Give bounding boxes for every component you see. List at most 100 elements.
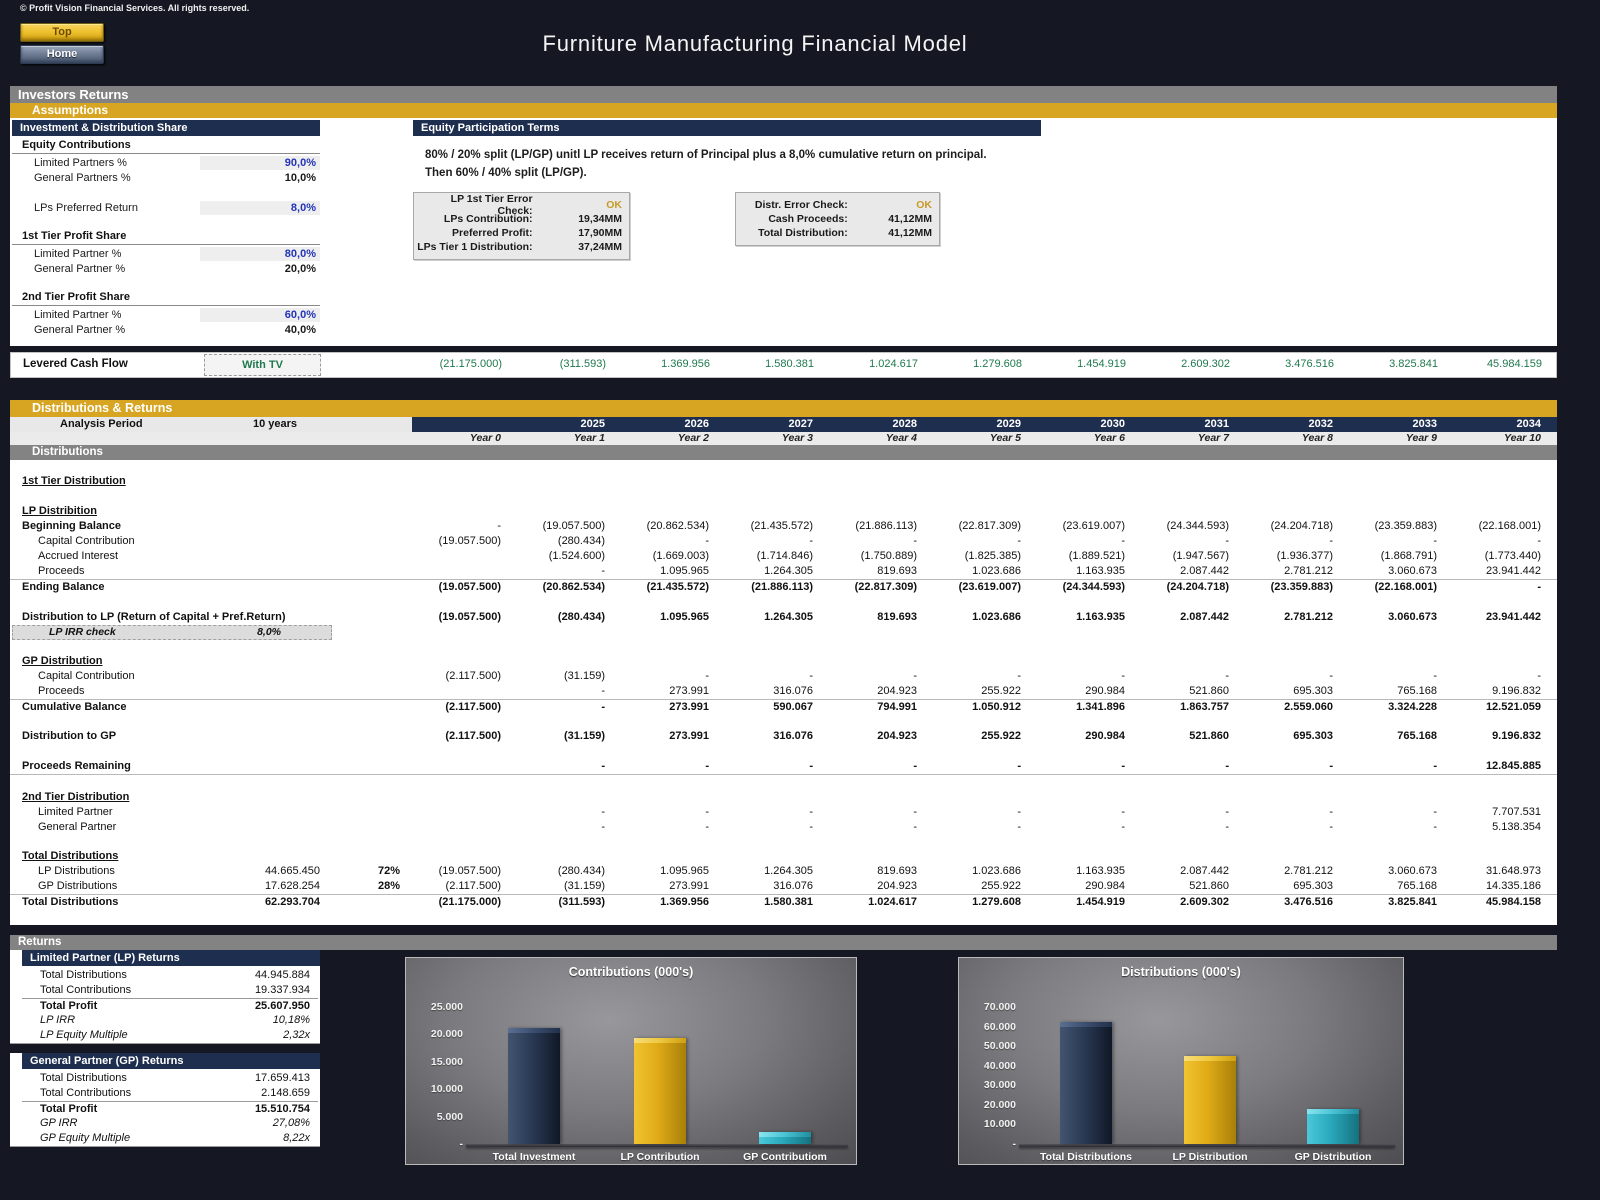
cell-value: 1.095.965 <box>613 864 717 879</box>
returns-row-value: 17.659.413 <box>255 1071 310 1086</box>
returns-row-value: 27,08% <box>273 1116 310 1131</box>
table-row: Total Distributions <box>10 849 1557 864</box>
cell-value: - <box>1133 759 1237 774</box>
cell-value: (1.936.377) <box>1237 549 1341 564</box>
cell-value <box>405 564 509 579</box>
page-title: Furniture Manufacturing Financial Model <box>0 31 1510 57</box>
bar-label: Total Investment <box>464 1151 604 1163</box>
cell-value: (19.057.500) <box>405 580 509 595</box>
returns-row-label: GP Equity Multiple <box>40 1131 130 1146</box>
cell-value: 1.023.686 <box>925 564 1029 579</box>
cell-value: (1.947.567) <box>1133 549 1237 564</box>
cell-value: 1.024.617 <box>821 895 925 910</box>
cell-value: 2.087.442 <box>1133 610 1237 625</box>
cell-value: - <box>1133 534 1237 549</box>
row-percent: 72% <box>320 864 400 879</box>
assumption-input-cell[interactable]: 90,0% <box>200 156 320 170</box>
cell-value: 1.050.912 <box>925 700 1029 715</box>
year-header-cell: 2027 <box>717 417 821 432</box>
cell-value: 3.825.841 <box>1341 895 1445 910</box>
cell-value: 45.984.158 <box>1445 895 1549 910</box>
section-band-distributions-returns: Distributions & Returns <box>10 400 1557 417</box>
tv-toggle-cell[interactable]: With TV <box>204 354 321 376</box>
row-label: Ending Balance <box>22 580 105 595</box>
cell-value: 819.693 <box>821 564 925 579</box>
assumption-input-cell[interactable]: 8,0% <box>200 201 320 215</box>
cell-value: (21.435.572) <box>613 580 717 595</box>
year-header-cell: 2030 <box>1029 417 1133 432</box>
table-row: LP Distributions44.665.45072%(19.057.500… <box>10 864 1557 879</box>
y-tick-label: 5.000 <box>411 1111 463 1123</box>
row-values: ---------7.707.531 <box>405 805 1549 820</box>
cell-value: (21.435.572) <box>717 519 821 534</box>
table-row: Capital Contribution (2.117.500)(31.159)-… <box>10 669 1557 684</box>
cell-value: - <box>1133 669 1237 684</box>
returns-row-value: 2,32x <box>283 1028 310 1043</box>
cell-value: (2.117.500) <box>405 669 509 684</box>
year-label-cell: Year 0 <box>405 432 509 445</box>
table-row: GP Distributions17.628.25428%(2.117.500)… <box>10 879 1557 895</box>
levered-cash-flow-values: (21.175.000)(311.593)1.369.9561.580.3811… <box>406 353 1550 375</box>
year-label-cell: Year 6 <box>1029 432 1133 445</box>
row-label: Proceeds <box>38 684 84 699</box>
lp-returns-panel: Limited Partner (LP) ReturnsTotal Distri… <box>10 950 320 1044</box>
table-row-irr-check: LP IRR check8,0% <box>10 625 1557 639</box>
error-check-value: 37,24MM <box>533 241 629 253</box>
cell-value: 273.991 <box>613 684 717 699</box>
returns-row: LP Equity Multiple2,32x <box>22 1028 318 1043</box>
cell-value: 521.860 <box>1133 684 1237 699</box>
assumption-input-cell[interactable]: 80,0% <box>200 247 320 261</box>
year-header-cell: 2028 <box>821 417 925 432</box>
cell-value: (22.817.309) <box>925 519 1029 534</box>
row-values: (2.117.500)(31.159)--------- <box>405 669 1549 684</box>
cell-value: (280.434) <box>509 534 613 549</box>
returns-row-value: 44.945.884 <box>255 968 310 983</box>
bar-lp-distribution <box>1184 1056 1236 1144</box>
row-total: 44.665.450 <box>210 864 320 879</box>
cell-value: 765.168 <box>1341 879 1445 894</box>
cell-value: 23.941.442 <box>1445 610 1549 625</box>
error-check-row: Cash Proceeds:41,12MM <box>736 212 939 226</box>
error-check-label: LPs Tier 1 Distribution: <box>414 241 533 253</box>
cell-value: 695.303 <box>1237 879 1341 894</box>
table-row: Proceeds-1.095.9651.264.305819.6931.023.… <box>10 564 1557 580</box>
cell-value: - <box>1237 759 1341 774</box>
year-header-cell: 2025 <box>509 417 613 432</box>
row-label: Total Distributions <box>22 849 118 864</box>
cell-value: 2.559.060 <box>1237 700 1341 715</box>
assumption-input-cell[interactable]: 60,0% <box>200 308 320 322</box>
cell-value: - <box>1341 805 1445 820</box>
table-spacer-row <box>10 596 1557 610</box>
assumption-label: Limited Partner % <box>34 309 200 321</box>
bar-gp-contributiom <box>759 1132 811 1144</box>
y-tick-label: 20.000 <box>411 1028 463 1040</box>
year-labels-row: Year 0Year 1Year 2Year 3Year 4Year 5Year… <box>10 432 1557 445</box>
section-band-assumptions: Assumptions <box>10 103 1557 118</box>
error-check-value: OK <box>848 199 939 211</box>
cell-value: (1.825.385) <box>925 549 1029 564</box>
cell-value: (24.204.718) <box>1237 519 1341 534</box>
cell-value: 23.941.442 <box>1445 564 1549 579</box>
row-label: Capital Contribution <box>38 669 135 684</box>
assumption-group-heading: 1st Tier Profit Share <box>12 229 320 245</box>
row-values: -1.095.9651.264.305819.6931.023.6861.163… <box>405 564 1549 579</box>
cell-value: 290.984 <box>1029 729 1133 744</box>
row-values: (2.117.500)-273.991590.067794.9911.050.9… <box>405 700 1549 715</box>
table-row: Proceeds Remaining---------12.845.885 <box>10 759 1557 775</box>
row-values: (19.057.500)(20.862.534)(21.435.572)(21.… <box>405 580 1549 595</box>
row-values: (19.057.500)(280.434)--------- <box>405 534 1549 549</box>
section-band-returns: Returns <box>10 935 1557 950</box>
table-row: Proceeds-273.991316.076204.923255.922290… <box>10 684 1557 700</box>
cell-value: - <box>821 534 925 549</box>
returns-row: Total Profit15.510.754 <box>22 1101 318 1117</box>
assumption-label: LPs Preferred Return <box>34 202 200 214</box>
cell-value: (2.117.500) <box>405 879 509 894</box>
cell-value: 290.984 <box>1029 684 1133 699</box>
cell-value: - <box>1445 669 1549 684</box>
cell-value: - <box>1237 669 1341 684</box>
cell-value: (19.057.500) <box>405 610 509 625</box>
cell-value: (23.359.883) <box>1237 580 1341 595</box>
table-spacer-row <box>10 489 1557 504</box>
cell-value: - <box>1237 820 1341 835</box>
analysis-period-row: Analysis Period 10 years 202520262027202… <box>10 417 1557 432</box>
